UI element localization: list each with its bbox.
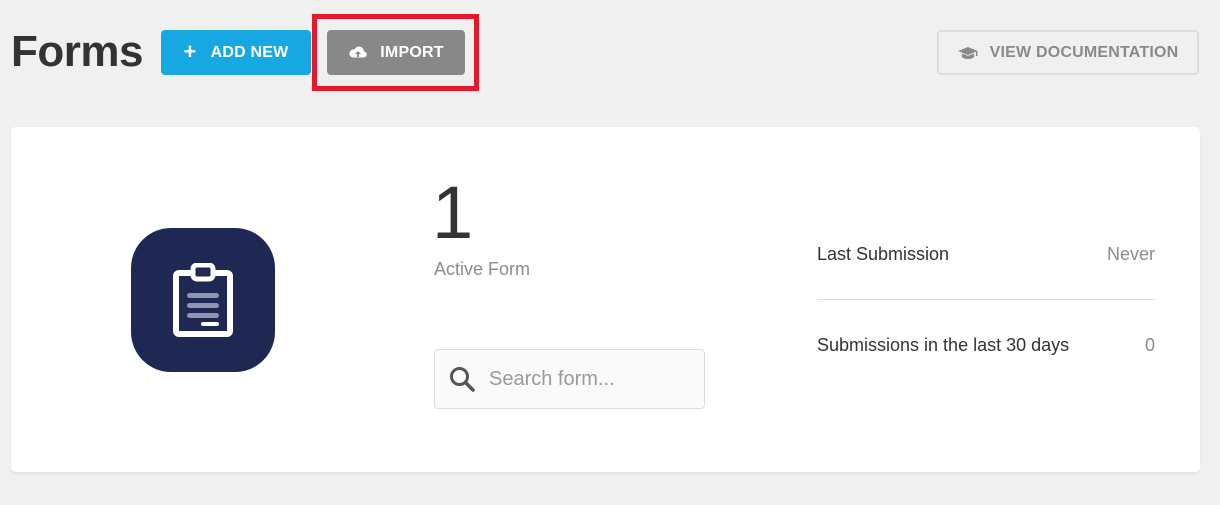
add-new-label: ADD NEW [210,43,289,61]
active-form-label: Active Form [434,259,531,279]
last-submission-value: Never [1106,243,1155,264]
submissions-30-days-label: Submissions in the last 30 days [817,334,1070,355]
search-input[interactable] [489,367,679,391]
plus-icon: + [183,38,197,64]
clipboard-icon [172,263,234,337]
active-form-count: 1 [432,171,474,254]
submissions-30-days-row: Submissions in the last 30 days 0 [817,327,1155,363]
graduation-cap-icon [957,46,990,60]
forms-summary-icon [131,228,275,372]
summary-card: 1 Active Form Last Submission Never Subm… [11,127,1200,472]
forms-page: Forms + ADD NEW IMPORT VIEW DOCUMENTATIO… [0,0,1220,505]
last-submission-row: Last Submission Never [817,236,1155,272]
stats-divider [817,299,1155,300]
search-form-box[interactable] [434,349,705,409]
cloud-upload-icon [348,46,380,60]
import-button[interactable]: IMPORT [327,30,465,75]
view-documentation-button[interactable]: VIEW DOCUMENTATION [937,30,1199,75]
last-submission-label: Last Submission [817,243,950,264]
view-documentation-label: VIEW DOCUMENTATION [989,43,1179,61]
import-label: IMPORT [380,43,444,61]
submissions-30-days-value: 0 [1144,334,1155,355]
add-new-button[interactable]: + ADD NEW [161,30,311,75]
page-title: Forms [11,27,143,76]
search-icon[interactable] [449,366,475,392]
